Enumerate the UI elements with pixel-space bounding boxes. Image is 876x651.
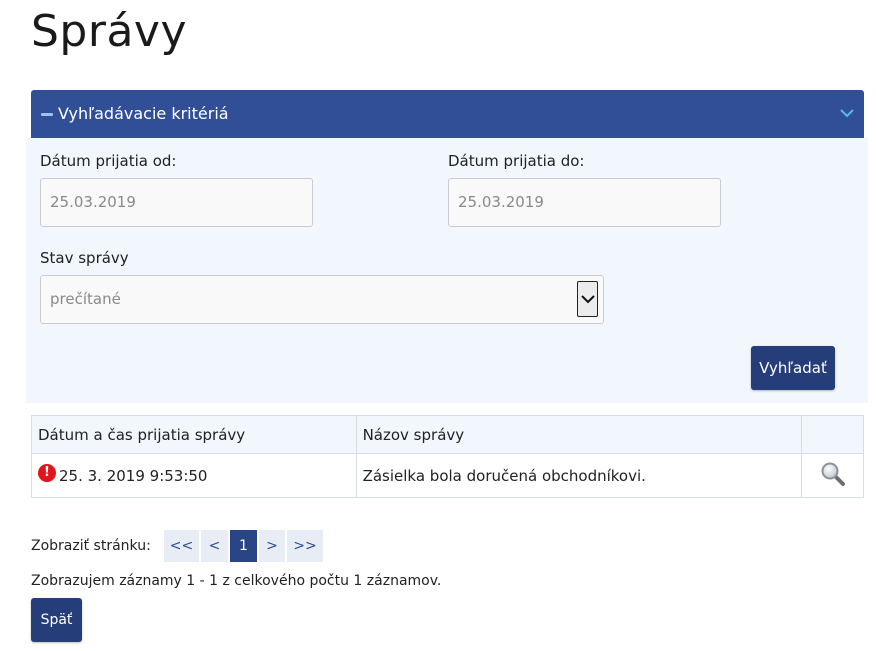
table-header-row: Dátum a čas prijatia správy Názov správy xyxy=(31,415,864,454)
pager-first-button[interactable]: << xyxy=(164,530,199,562)
column-header-actions xyxy=(801,415,864,454)
back-button[interactable]: Späť xyxy=(31,598,82,642)
search-criteria-title: Vyhľadávacie kritériá xyxy=(58,104,229,123)
row-actions-cell xyxy=(801,453,864,498)
column-header-datetime[interactable]: Dátum a čas prijatia správy xyxy=(31,415,357,454)
status-select-value: prečítané xyxy=(50,290,121,308)
pager-next-button[interactable]: > xyxy=(259,530,285,562)
chevron-down-icon xyxy=(581,295,595,304)
search-button[interactable]: Vyhľadať xyxy=(751,346,835,390)
search-criteria-header[interactable]: Vyhľadávacie kritériá xyxy=(31,90,864,138)
pager-page-1[interactable]: 1 xyxy=(230,530,257,562)
select-arrow[interactable] xyxy=(577,281,598,317)
date-to-input[interactable]: 25.03.2019 xyxy=(448,178,721,227)
date-from-input[interactable]: 25.03.2019 xyxy=(40,178,313,227)
date-to-label: Dátum prijatia do: xyxy=(448,152,585,170)
status-label: Stav správy xyxy=(40,249,129,267)
pager-last-button[interactable]: >> xyxy=(287,530,323,562)
date-from-label: Dátum prijatia od: xyxy=(40,152,177,170)
chevron-down-icon xyxy=(840,109,854,118)
table-row[interactable]: ! 25. 3. 2019 9:53:50 Zásielka bola doruč… xyxy=(31,453,864,498)
minus-icon xyxy=(41,113,53,116)
results-table: Dátum a čas prijatia správy Názov správy… xyxy=(31,415,864,498)
pager-label: Zobraziť stránku: xyxy=(31,538,151,554)
exclamation-icon: ! xyxy=(38,463,56,482)
status-select[interactable]: prečítané xyxy=(40,275,604,324)
page-title: Správy xyxy=(31,6,187,57)
pager-prev-button[interactable]: < xyxy=(201,530,228,562)
magnifier-icon[interactable] xyxy=(820,461,846,487)
row-datetime-cell: ! 25. 3. 2019 9:53:50 xyxy=(31,453,357,498)
row-message-name: Zásielka bola doručená obchodníkovi. xyxy=(355,453,803,498)
column-header-name[interactable]: Názov správy xyxy=(355,415,803,454)
records-summary: Zobrazujem záznamy 1 - 1 z celkového poč… xyxy=(31,573,442,589)
row-datetime: 25. 3. 2019 9:53:50 xyxy=(59,466,208,485)
